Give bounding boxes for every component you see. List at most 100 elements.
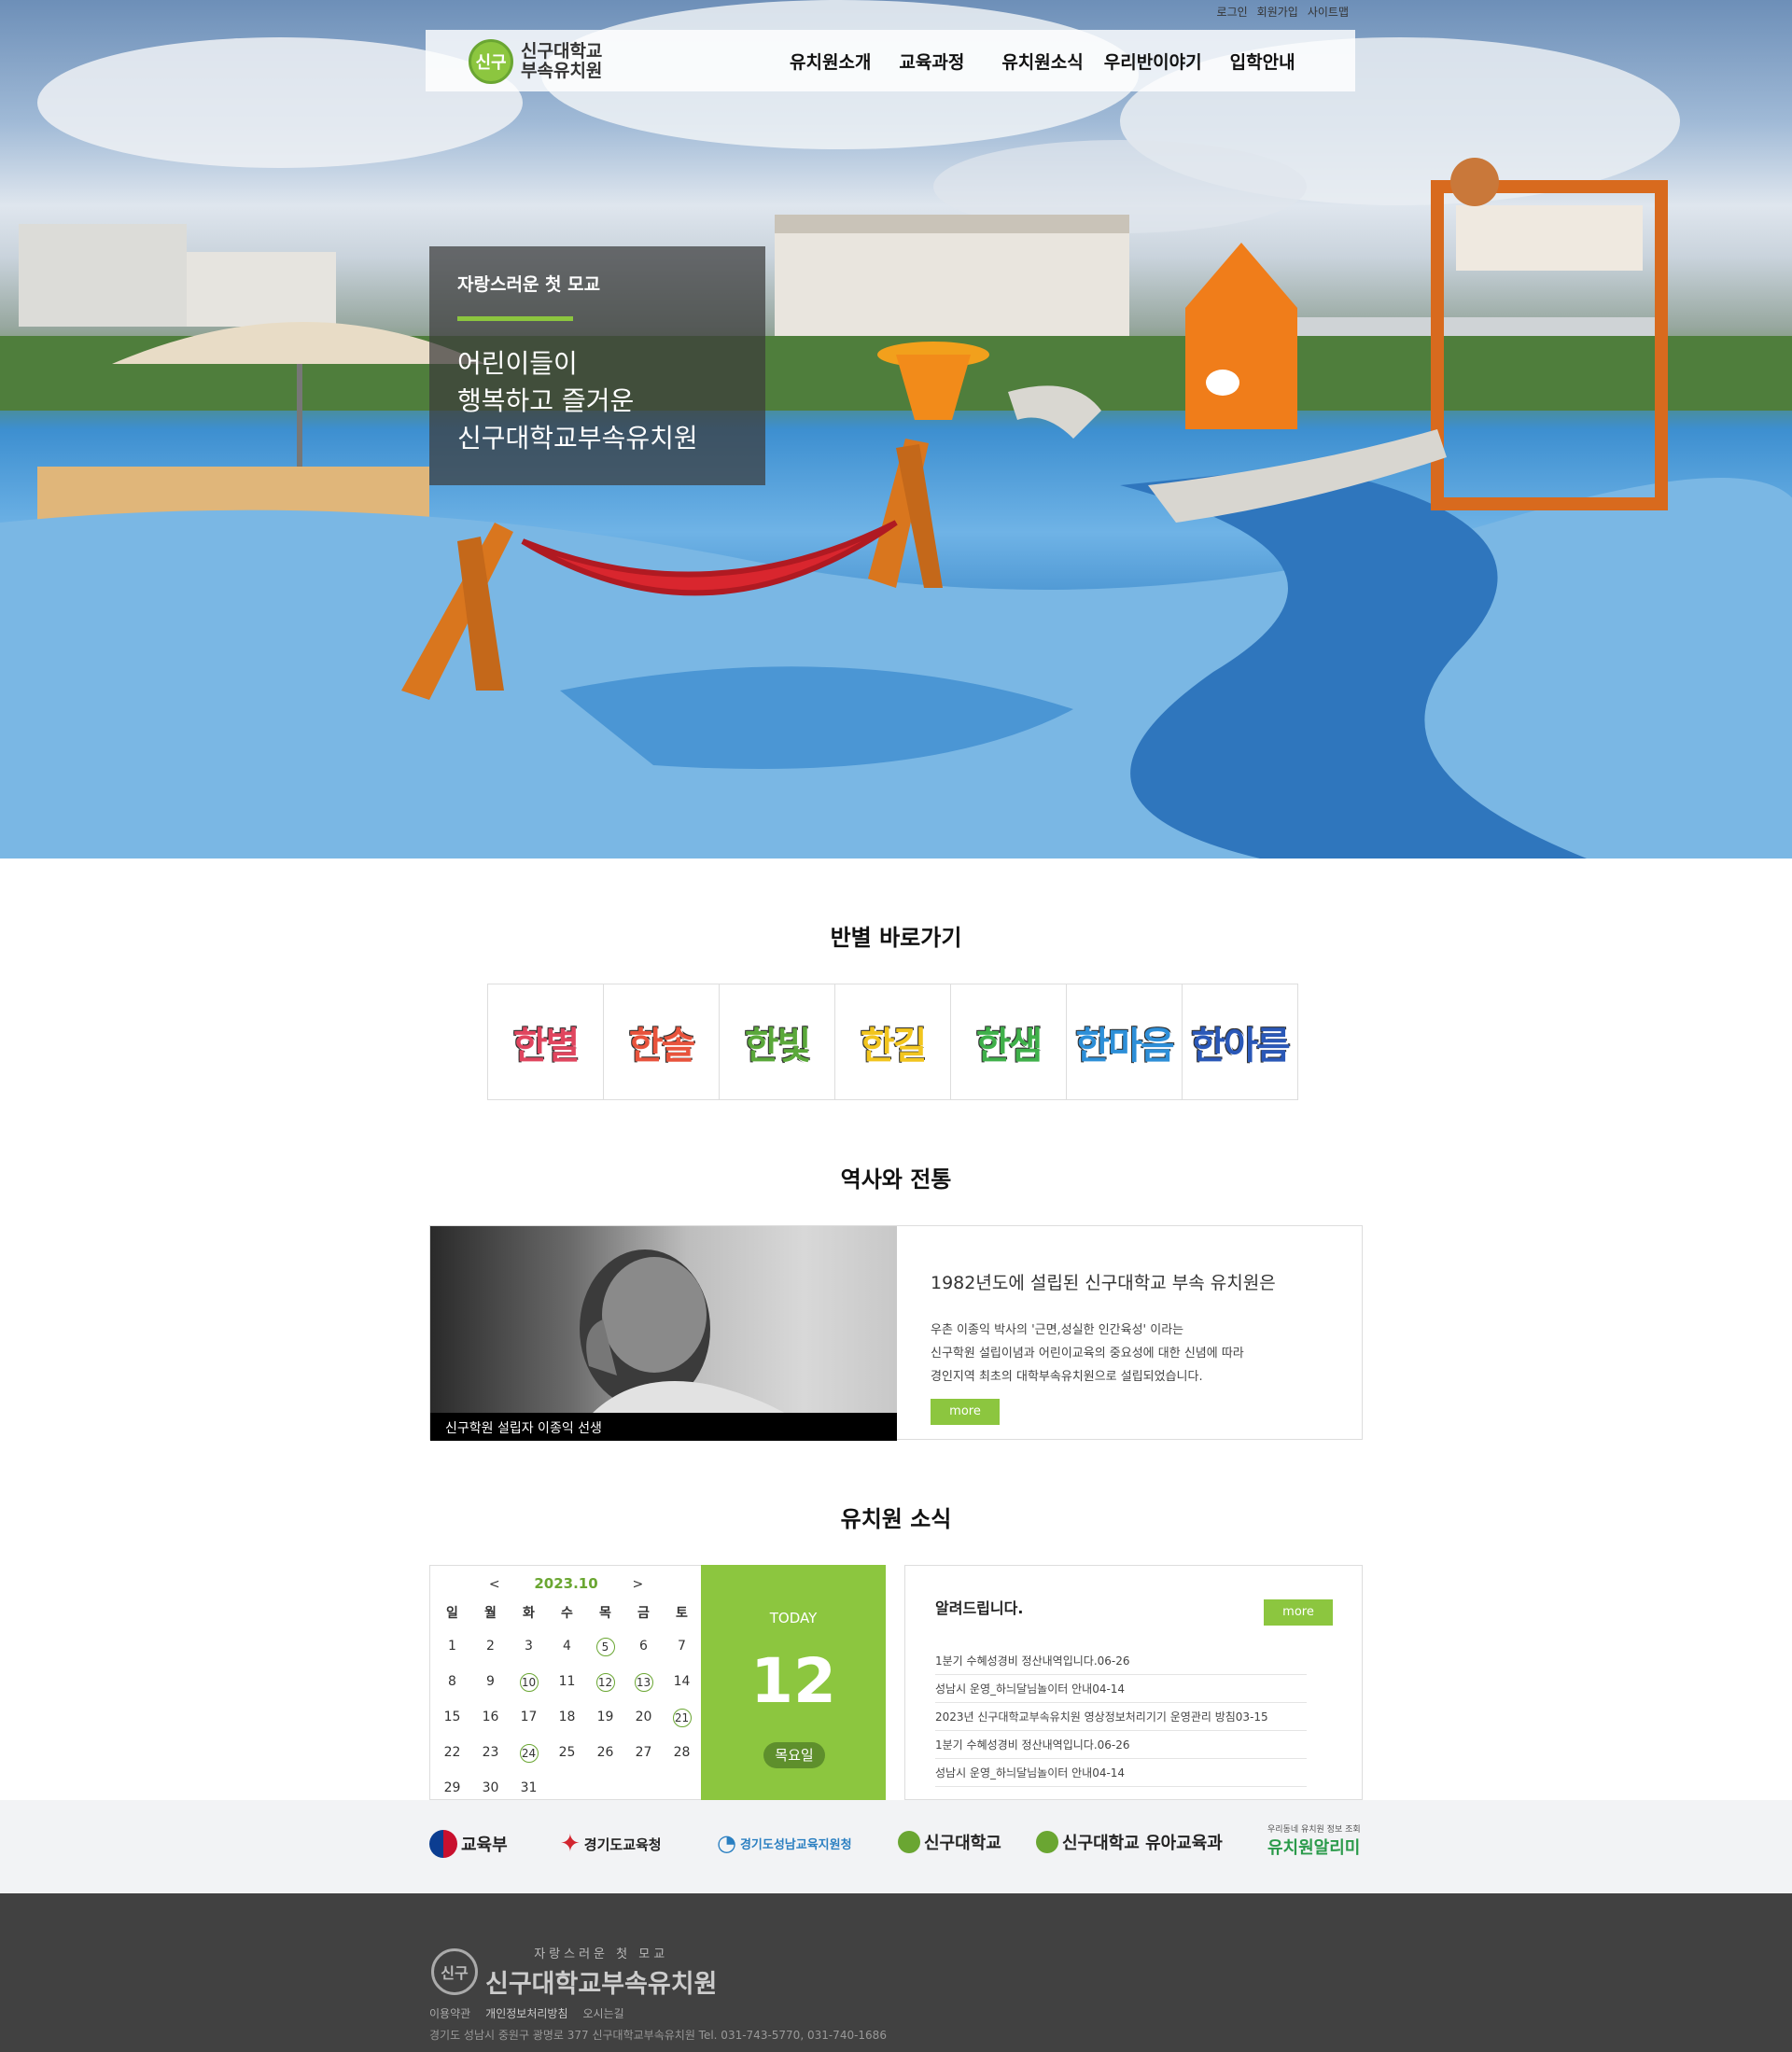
partner-shingu[interactable]: 신구대학교 [898,1830,1001,1854]
footer-links: 이용약관 개인정보처리방침 오시는길 [429,2005,624,2021]
class-link-hansol[interactable]: 한솔 [603,984,720,1100]
calendar-day[interactable]: 9 [471,1672,510,1708]
notice-item[interactable]: 성남시 운영_하늬달님놀이터 안내04-14 [935,1675,1307,1703]
calendar-day[interactable]: 1 [433,1637,471,1672]
class-link-hanbyeol[interactable]: 한별 [487,984,604,1100]
calendar-day[interactable]: 8 [433,1672,471,1708]
sitemap-link[interactable]: 사이트맵 [1308,4,1349,20]
logo-line1: 신구대학교 [521,41,603,62]
alimi-subtitle: 우리동네 유치원 정보 조회 [1267,1825,1361,1835]
calendar-day[interactable]: 25 [548,1743,586,1779]
class-link-hansaem[interactable]: 한샘 [950,984,1067,1100]
main-nav-bar: 신구 신구대학교 부속유치원 유치원소개 교육과정 유치원소식 우리반이야기 입… [426,30,1355,91]
calendar-day-label: 11 [558,1674,576,1689]
seongnam-edu-icon: ◔ [717,1830,736,1856]
calendar-day-label: 8 [448,1674,456,1689]
calendar-day-label: 15 [443,1710,461,1724]
calendar-day[interactable]: 23 [471,1743,510,1779]
site-logo[interactable]: 신구 신구대학교 부속유치원 [469,39,602,84]
calendar-day[interactable]: 10 [510,1672,548,1708]
calendar-day[interactable]: 19 [586,1708,624,1743]
class-link-hanareum[interactable]: 한아름 [1182,984,1298,1100]
calendar-weekday: 금 [637,1606,650,1621]
calendar-day[interactable]: 2 [471,1637,510,1672]
calendar-day[interactable]: 3 [510,1637,548,1672]
calendar-day[interactable]: 20 [624,1708,663,1743]
calendar-day-label: 30 [482,1780,499,1795]
today-panel: TODAY 12 목요일 [701,1565,886,1800]
hero-slogan: 어린이들이 행복하고 즐거운 신구대학교부속유치원 [457,348,698,454]
partner-links: 교육부 ✦ 경기도교육청 ◔ 경기도성남교육지원청 신구대학교 신구대학교 유아… [0,1800,1792,1893]
calendar-day-label: 12 [595,1673,615,1692]
calendar-day[interactable]: 28 [663,1743,701,1779]
menu-item-news[interactable]: 유치원소식 [1001,49,1083,74]
calendar-day[interactable]: 11 [548,1672,586,1708]
menu-item-admission[interactable]: 입학안내 [1230,49,1295,74]
calendar-day-label: 2 [486,1639,495,1654]
today-label: TODAY [769,1610,818,1626]
calendar-day-label: 10 [519,1673,539,1692]
calendar-day-label: 19 [596,1710,614,1724]
calendar-day-label: 5 [595,1638,615,1656]
calendar-day-label: 31 [520,1780,538,1795]
calendar-day-label: 6 [639,1639,648,1654]
calendar-month-label: 2023.10 [534,1575,598,1592]
calendar-day[interactable]: 7 [663,1637,701,1672]
notice-item[interactable]: 1분기 수혜성경비 정산내역입니다.06-26 [935,1647,1307,1675]
menu-item-class-story[interactable]: 우리반이야기 [1104,49,1202,74]
calendar-next-button[interactable]: > [632,1577,643,1592]
notice-more-button[interactable]: more [1264,1599,1333,1626]
calendar-day[interactable]: 27 [624,1743,663,1779]
calendar-day[interactable]: 21 [663,1708,701,1743]
calendar-day-label: 18 [558,1710,576,1724]
hero-caption-box: 자랑스러운 첫 모교 어린이들이 행복하고 즐거운 신구대학교부속유치원 [429,246,765,485]
calendar-day-label: 23 [482,1745,499,1760]
calendar-day[interactable]: 5 [586,1637,624,1672]
partner-alimi[interactable]: 우리동네 유치원 정보 조회 유치원알리미 [1267,1822,1361,1859]
login-link[interactable]: 로그인 [1217,4,1248,20]
calendar-day[interactable]: 24 [510,1743,548,1779]
notice-item[interactable]: 성남시 운영_하늬달님놀이터 안내04-14 [935,1759,1307,1787]
history-more-button[interactable]: more [931,1399,1000,1425]
class-link-hanmaeum[interactable]: 한마음 [1066,984,1183,1100]
gyeonggi-edu-icon: ✦ [560,1830,581,1858]
signup-link[interactable]: 회원가입 [1257,4,1298,20]
menu-item-curriculum[interactable]: 교육과정 [899,49,964,74]
footer-logo: 신구 자랑스러운 첫 모교 신구대학교부속유치원 [431,1944,717,2000]
terms-link[interactable]: 이용약관 [429,2005,470,2021]
calendar-day[interactable]: 14 [663,1672,701,1708]
directions-link[interactable]: 오시는길 [583,2005,624,2021]
calendar-prev-button[interactable]: < [489,1577,500,1592]
partner-seongnam[interactable]: ◔ 경기도성남교육지원청 [717,1830,852,1856]
founder-photo-caption: 신구학원 설립자 이종익 선생 [430,1413,897,1441]
notice-item[interactable]: 2023년 신구대학교부속유치원 영상정보처리기기 운영관리 방침03-15 [935,1703,1307,1731]
calendar-day-label: 26 [596,1745,614,1760]
partner-moe[interactable]: 교육부 [429,1830,508,1858]
notice-list: 1분기 수혜성경비 정산내역입니다.06-26 성남시 운영_하늬달님놀이터 안… [935,1647,1307,1787]
calendar-day[interactable]: 4 [548,1637,586,1672]
calendar-day[interactable]: 13 [624,1672,663,1708]
calendar-day-label: 3 [525,1639,533,1654]
class-link-hangil[interactable]: 한길 [834,984,951,1100]
calendar-day-label: 28 [673,1745,691,1760]
privacy-link[interactable]: 개인정보처리방침 [485,2005,567,2021]
menu-item-intro[interactable]: 유치원소개 [790,49,871,74]
calendar-day[interactable]: 6 [624,1637,663,1672]
calendar-day[interactable]: 22 [433,1743,471,1779]
calendar-day-label: 20 [635,1710,652,1724]
calendar-day[interactable]: 15 [433,1708,471,1743]
calendar-day[interactable]: 12 [586,1672,624,1708]
calendar-day-label: 9 [486,1674,495,1689]
notice-item[interactable]: 1분기 수혜성경비 정산내역입니다.06-26 [935,1731,1307,1759]
calendar-day[interactable]: 16 [471,1708,510,1743]
calendar-day[interactable]: 18 [548,1708,586,1743]
class-link-hanbit[interactable]: 한빛 [719,984,835,1100]
partner-shingu-ece[interactable]: 신구대학교 유아교육과 [1036,1830,1223,1854]
calendar-day-label: 4 [563,1639,571,1654]
hero-banner: 로그인 회원가입 사이트맵 신구 신구대학교 부속유치원 유치원소개 교육과정 … [0,0,1792,858]
partner-goe[interactable]: ✦ 경기도교육청 [560,1830,662,1858]
founder-photo: 신구학원 설립자 이종익 선생 [430,1226,897,1441]
calendar-day[interactable]: 17 [510,1708,548,1743]
calendar-day[interactable]: 26 [586,1743,624,1779]
history-panel: 신구학원 설립자 이종익 선생 1982년도에 설립된 신구대학교 부속 유치원… [429,1225,1363,1441]
